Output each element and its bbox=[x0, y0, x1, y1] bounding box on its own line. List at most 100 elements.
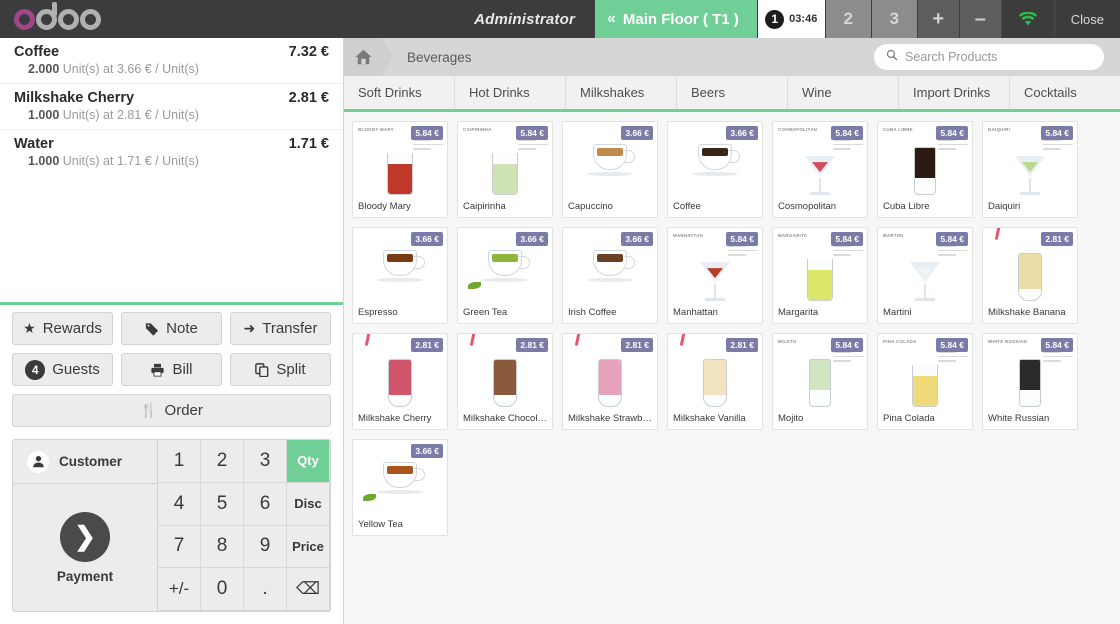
order-line[interactable]: Milkshake Cherry 2.81 € 1.000 Unit(s) at… bbox=[0, 84, 343, 130]
product-card[interactable]: COSMOPOLITAN 5.84 € Cosmopolitan bbox=[772, 121, 868, 218]
payment-button[interactable]: ❯ Payment bbox=[13, 484, 157, 611]
product-card[interactable]: 3.66 € Yellow Tea bbox=[352, 439, 448, 536]
numpad-key-8[interactable]: 8 bbox=[201, 525, 244, 569]
order-lines-list: Coffee 7.32 € 2.000 Unit(s) at 3.66 € / … bbox=[0, 38, 343, 170]
numpad-key-0[interactable]: 0 bbox=[201, 568, 244, 611]
product-card[interactable]: 3.66 € Coffee bbox=[667, 121, 763, 218]
order-line[interactable]: Coffee 7.32 € 2.000 Unit(s) at 3.66 € / … bbox=[0, 38, 343, 84]
product-card[interactable]: CAIPIRINHA 5.84 € Caipirinha bbox=[457, 121, 553, 218]
search-box[interactable] bbox=[874, 44, 1104, 70]
numpad-mode-qty[interactable]: Qty bbox=[287, 440, 330, 483]
product-name: Milkshake Strawberry bbox=[568, 412, 657, 424]
numpad-key-6[interactable]: 6 bbox=[244, 482, 287, 526]
product-card[interactable]: 2.81 € Milkshake Vanilla bbox=[667, 333, 763, 430]
product-card[interactable]: MOJITO 5.84 € Mojito bbox=[772, 333, 868, 430]
close-button[interactable]: Close bbox=[1053, 0, 1120, 38]
category-tab-milkshakes[interactable]: Milkshakes bbox=[566, 76, 677, 109]
product-card[interactable]: 3.66 € Irish Coffee bbox=[562, 227, 658, 324]
category-tab-cocktails[interactable]: Cocktails bbox=[1010, 76, 1120, 109]
order-button[interactable]: 🍴 Order bbox=[12, 394, 331, 427]
product-image: MANHATTAN 5.84 € bbox=[668, 228, 762, 305]
order-tab-1[interactable]: 1 03:46 bbox=[756, 0, 825, 38]
product-price-badge: 2.81 € bbox=[516, 338, 548, 352]
order-line-qty: 2.000 bbox=[28, 62, 60, 76]
bill-button[interactable]: Bill bbox=[121, 353, 222, 386]
numpad-key-4[interactable]: 4 bbox=[158, 482, 201, 526]
remove-order-button[interactable]: – bbox=[958, 0, 1001, 38]
note-button[interactable]: Note bbox=[121, 312, 222, 345]
wifi-icon[interactable] bbox=[1000, 0, 1054, 38]
numpad-key-9[interactable]: 9 bbox=[244, 525, 287, 569]
product-price-badge: 5.84 € bbox=[936, 338, 968, 352]
category-tab-wine[interactable]: Wine bbox=[788, 76, 899, 109]
search-input[interactable] bbox=[905, 50, 1092, 64]
home-icon[interactable] bbox=[344, 38, 382, 76]
category-tab-soft-drinks[interactable]: Soft Drinks bbox=[344, 76, 455, 109]
product-image: 2.81 € bbox=[458, 334, 552, 411]
product-price-badge: 2.81 € bbox=[1041, 232, 1073, 246]
product-price-badge: 3.66 € bbox=[726, 126, 758, 140]
order-line[interactable]: Water 1.71 € 1.000 Unit(s) at 1.71 € / U… bbox=[0, 130, 343, 170]
split-button[interactable]: Split bbox=[230, 353, 331, 386]
product-card[interactable]: MARGARITA 5.84 € Margarita bbox=[772, 227, 868, 324]
product-image: 3.66 € bbox=[668, 122, 762, 199]
add-order-button[interactable]: + bbox=[916, 0, 959, 38]
product-price-badge: 5.84 € bbox=[726, 232, 758, 246]
product-card[interactable]: BLOODY MARY 5.84 € Bloody Mary bbox=[352, 121, 448, 218]
product-card[interactable]: CUBA LIBRE 5.84 € Cuba Libre bbox=[877, 121, 973, 218]
product-card[interactable]: DAIQUIRI 5.84 € Daiquiri bbox=[982, 121, 1078, 218]
product-card[interactable]: 3.66 € Capuccino bbox=[562, 121, 658, 218]
category-tab-beers[interactable]: Beers bbox=[677, 76, 788, 109]
customer-button[interactable]: Customer bbox=[13, 440, 157, 484]
product-card[interactable]: 3.66 € Espresso bbox=[352, 227, 448, 324]
product-image: DAIQUIRI 5.84 € bbox=[983, 122, 1077, 199]
transfer-button[interactable]: ➜ Transfer bbox=[230, 312, 331, 345]
top-bar: Administrator « Main Floor ( T1 ) 1 03:4… bbox=[0, 0, 1120, 38]
backspace-icon[interactable]: ⌫ bbox=[287, 568, 330, 611]
main-area: Coffee 7.32 € 2.000 Unit(s) at 3.66 € / … bbox=[0, 38, 1120, 624]
numpad-key-1[interactable]: 1 bbox=[158, 440, 201, 483]
numpad-key-decimal[interactable]: . bbox=[244, 568, 287, 611]
product-card[interactable]: MARTINI 5.84 € Martini bbox=[877, 227, 973, 324]
product-price-badge: 5.84 € bbox=[1041, 338, 1073, 352]
order-line-top: Milkshake Cherry 2.81 € bbox=[14, 90, 329, 106]
rewards-button[interactable]: ★ Rewards bbox=[12, 312, 113, 345]
breadcrumb-category[interactable]: Beverages bbox=[393, 50, 472, 65]
product-name: Cosmopolitan bbox=[778, 200, 837, 212]
breadcrumb-separator-icon bbox=[382, 38, 393, 76]
numpad-mode-price[interactable]: Price bbox=[287, 525, 330, 569]
product-card[interactable]: 3.66 € Green Tea bbox=[457, 227, 553, 324]
product-art-caption: MARGARITA bbox=[778, 233, 808, 238]
numpad-key-7[interactable]: 7 bbox=[158, 525, 201, 569]
product-card[interactable]: 2.81 € Milkshake Strawberry bbox=[562, 333, 658, 430]
category-tab-hot-drinks[interactable]: Hot Drinks bbox=[455, 76, 566, 109]
numpad-key-5[interactable]: 5 bbox=[201, 482, 244, 526]
action-row-3: 🍴 Order bbox=[12, 394, 331, 427]
product-price-badge: 3.66 € bbox=[621, 232, 653, 246]
product-image: WHITE RUSSIAN 5.84 € bbox=[983, 334, 1077, 411]
product-price-badge: 5.84 € bbox=[411, 126, 443, 140]
product-card[interactable]: PINA COLADA 5.84 € Pina Colada bbox=[877, 333, 973, 430]
product-card[interactable]: WHITE RUSSIAN 5.84 € White Russian bbox=[982, 333, 1078, 430]
brand-logo[interactable] bbox=[0, 0, 215, 38]
order-tab-3[interactable]: 3 bbox=[870, 0, 917, 38]
numpad-key-3[interactable]: 3 bbox=[244, 440, 287, 483]
order-line-price: 7.32 € bbox=[288, 44, 329, 60]
numpad-key-2[interactable]: 2 bbox=[201, 440, 244, 483]
product-card[interactable]: MANHATTAN 5.84 € Manhattan bbox=[667, 227, 763, 324]
product-image: MARTINI 5.84 € bbox=[878, 228, 972, 305]
numpad-mode-disc[interactable]: Disc bbox=[287, 482, 330, 526]
split-label: Split bbox=[276, 361, 306, 378]
floor-back-button[interactable]: « Main Floor ( T1 ) bbox=[595, 0, 757, 38]
guests-button[interactable]: 4 Guests bbox=[12, 353, 113, 386]
product-card[interactable]: 2.81 € Milkshake Banana bbox=[982, 227, 1078, 324]
category-tab-import-drinks[interactable]: Import Drinks bbox=[899, 76, 1010, 109]
numpad-key-plusminus[interactable]: +/- bbox=[158, 568, 201, 611]
order-tab-2[interactable]: 2 bbox=[824, 0, 871, 38]
product-card[interactable]: 2.81 € Milkshake Chocolate bbox=[457, 333, 553, 430]
tag-icon bbox=[145, 322, 159, 336]
product-name: Milkshake Banana bbox=[988, 306, 1066, 318]
product-image: BLOODY MARY 5.84 € bbox=[353, 122, 447, 199]
product-card[interactable]: 2.81 € Milkshake Cherry bbox=[352, 333, 448, 430]
odoo-logo-icon bbox=[14, 1, 101, 30]
